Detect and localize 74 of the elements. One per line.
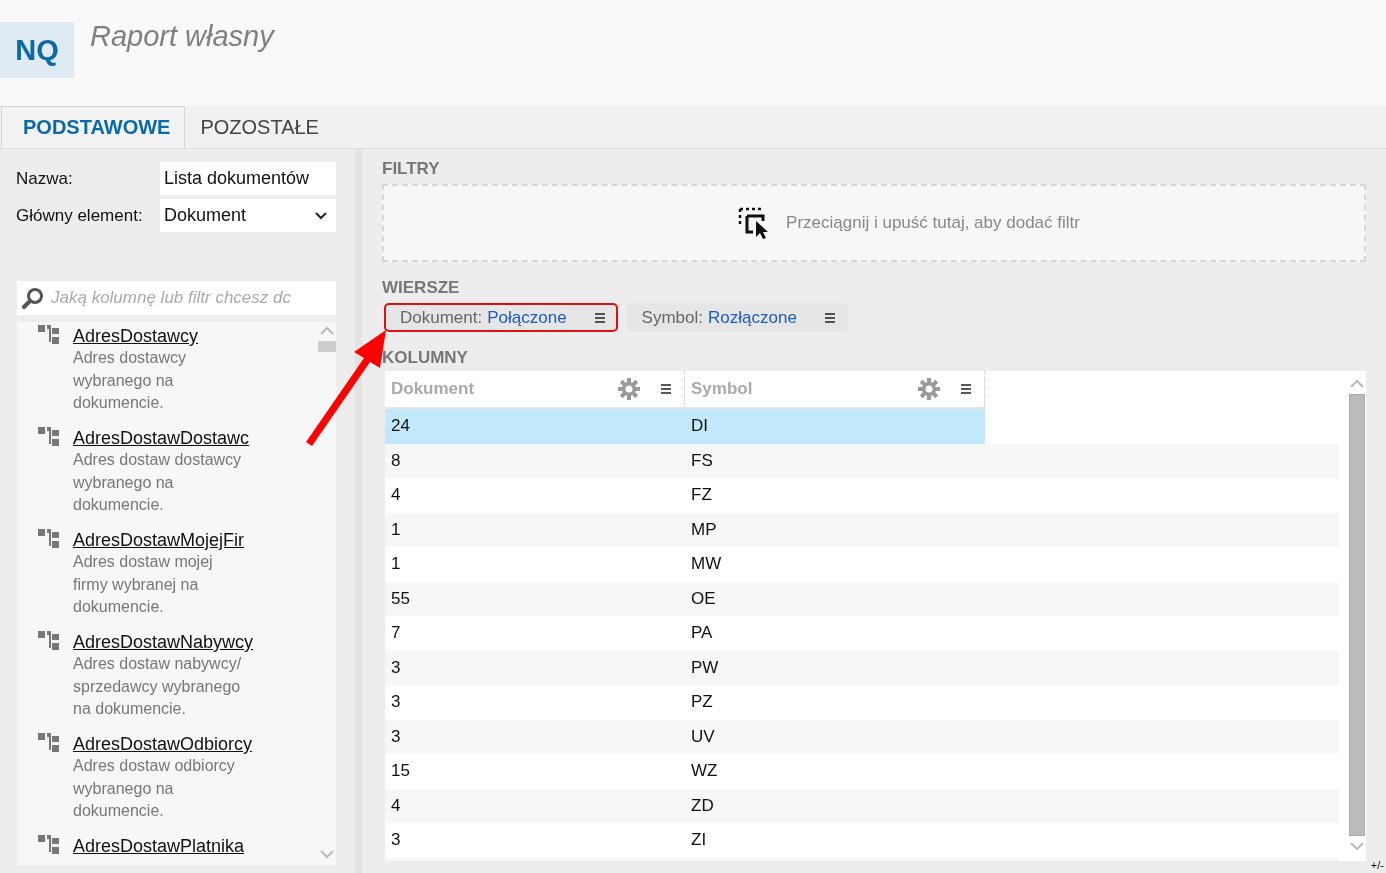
field-link[interactable]: AdresDostawNabywcy	[73, 631, 257, 653]
field-label: Nazwa:	[16, 168, 74, 189]
table-cell-text: 1	[390, 554, 402, 575]
table-cell-text: OE	[690, 588, 717, 609]
table-cell-text: 1	[390, 519, 402, 540]
table-cell-text: 55	[390, 588, 411, 609]
table-cell-text: 24	[390, 416, 411, 437]
table-cell-text: DI	[690, 416, 709, 437]
menu-icon[interactable]	[593, 311, 606, 324]
row-grouping-chip[interactable]: Dokument: Połączone	[384, 303, 618, 332]
hierarchy-icon	[38, 325, 60, 345]
panel-splitter[interactable]	[355, 149, 362, 873]
field-link[interactable]: AdresDostawMojejFir	[73, 529, 257, 551]
field-description: Adres dostaw mojej firmy wybranej na dokumencie.	[73, 552, 214, 617]
table-cell-text: MW	[690, 554, 723, 575]
name-field[interactable]: Lista dokumentów	[160, 162, 336, 195]
table-cell-text: 3	[390, 726, 402, 747]
table-cell-text: PZ	[690, 692, 714, 713]
hierarchy-icon	[38, 733, 60, 753]
field-label: Główny element:	[16, 205, 144, 226]
table-cell-text: ZI	[690, 830, 708, 851]
settings-icon[interactable]	[918, 378, 940, 400]
scrollbar-thumb[interactable]	[318, 341, 336, 352]
field-link[interactable]: AdresDostawOdbiorcy	[73, 733, 257, 755]
table-cell-text: 3	[390, 830, 402, 851]
hierarchy-icon	[38, 529, 60, 549]
table-cell-text: 7	[390, 623, 402, 644]
table-cell-text: MP	[690, 519, 718, 540]
scrollbar-thumb[interactable]	[1349, 394, 1365, 836]
table-cell-text: 4	[390, 485, 402, 506]
table-cell-text: PW	[690, 657, 720, 678]
tab[interactable]: POZOSTAŁE	[185, 106, 334, 148]
table-cell-text: ZD	[690, 795, 715, 816]
scroll-up-icon[interactable]	[320, 326, 334, 335]
table-cell-text: PA	[690, 623, 714, 644]
table-cell-text: FS	[690, 450, 714, 471]
section-heading: FILTRY	[382, 159, 441, 179]
table-cell-text: UV	[690, 726, 716, 747]
drop-hint: Przeciągnij i upuść tutaj, aby dodać filtr	[786, 213, 1080, 233]
search-field[interactable]: Jaką kolumnę lub filtr chcesz dc	[17, 281, 336, 315]
table-cell-text: 3	[390, 657, 402, 678]
field-description: Adres dostaw odbiorcy wybranego na dokumencie.	[73, 756, 236, 821]
table-cell-text: 15	[390, 761, 411, 782]
hierarchy-icon	[38, 427, 60, 447]
menu-icon[interactable]	[660, 383, 672, 395]
table-cell-text: FZ	[690, 485, 713, 506]
field-description: Adres dostawcy wybranego na dokumencie.	[73, 348, 187, 413]
page-title: Raport własny	[90, 20, 274, 53]
hierarchy-icon	[38, 631, 60, 651]
section-heading: KOLUMNY	[382, 348, 469, 368]
scroll-down-icon[interactable]	[1350, 842, 1364, 851]
scroll-up-icon[interactable]	[1350, 379, 1364, 388]
tab[interactable]: PODSTAWOWE	[1, 106, 186, 148]
section-heading: WIERSZE	[382, 278, 461, 298]
corner-label: +/-	[1370, 859, 1384, 871]
selected-row[interactable]: 24 DI	[385, 409, 985, 444]
field-link[interactable]: AdresDostawcy	[73, 325, 257, 347]
field-link[interactable]: AdresDostawDostawc	[73, 427, 257, 449]
table-cell-text: 4	[390, 795, 402, 816]
table-cell-text: 3	[390, 692, 402, 713]
field-description: Adres dostaw dostawcy wybranego na dokumencie.	[73, 450, 243, 515]
field-description: Adres dostaw nabywcy/ sprzedawcy wybranego na dokumencie.	[73, 654, 243, 719]
table-cell-text: WZ	[690, 761, 719, 782]
menu-icon[interactable]	[823, 311, 836, 324]
chevron-down-icon	[314, 210, 328, 221]
scroll-down-icon[interactable]	[320, 850, 334, 859]
field-link[interactable]: AdresDostawPlatnika	[73, 835, 257, 857]
row-grouping-chip[interactable]: Symbol: Rozłączone	[625, 303, 848, 332]
table-cell-text: 8	[390, 450, 402, 471]
menu-icon[interactable]	[960, 383, 972, 395]
app-badge: NQ	[0, 22, 74, 78]
hierarchy-icon	[38, 835, 60, 855]
element-dropdown[interactable]: Dokument	[160, 199, 336, 232]
settings-icon[interactable]	[618, 378, 640, 400]
